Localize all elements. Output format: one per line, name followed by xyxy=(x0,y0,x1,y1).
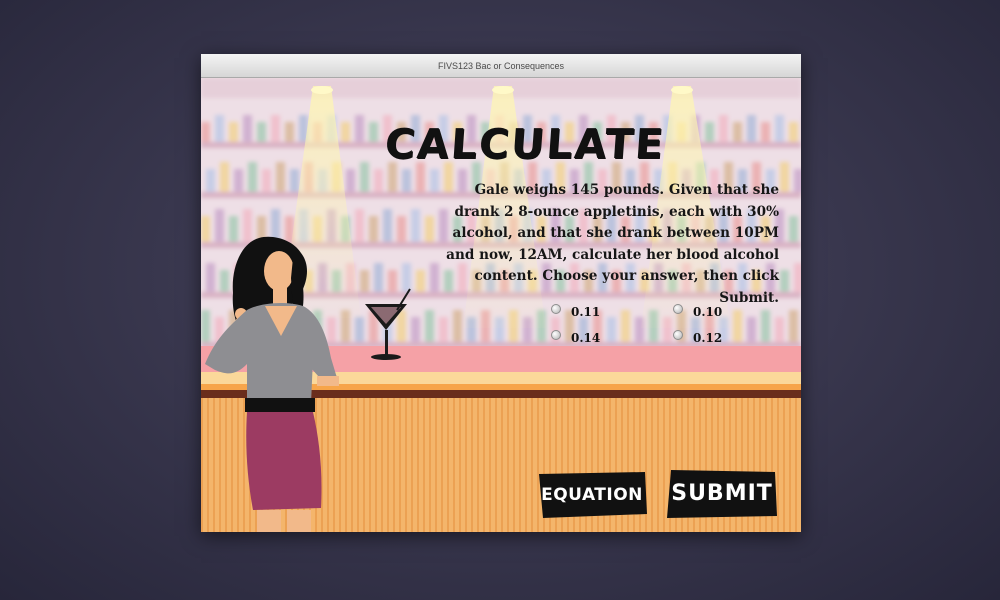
equation-button[interactable]: Equation xyxy=(535,470,649,520)
answer-option-3[interactable]: 0.14 xyxy=(551,330,600,346)
question-text: Gale weighs 145 pounds. Given that she d… xyxy=(446,182,779,306)
submit-button-label: Submit xyxy=(671,480,773,506)
page-heading: Calculate xyxy=(383,120,667,168)
answer-label: 0.12 xyxy=(693,331,723,345)
window-titlebar: FIVS123 Bac or Consequences xyxy=(201,54,801,78)
answer-label: 0.14 xyxy=(571,331,601,345)
radio-button[interactable] xyxy=(551,304,561,314)
answer-option-4[interactable]: 0.12 xyxy=(673,330,722,346)
radio-button[interactable] xyxy=(673,330,683,340)
answer-label: 0.11 xyxy=(571,305,601,319)
radio-button[interactable] xyxy=(551,330,561,340)
radio-button[interactable] xyxy=(673,304,683,314)
answer-option-2[interactable]: 0.10 xyxy=(673,304,722,320)
game-stage: Calculate Gale weighs 145 pounds. Given … xyxy=(201,78,801,532)
window-title: FIVS123 Bac or Consequences xyxy=(437,61,565,71)
answer-label: 0.10 xyxy=(693,305,723,319)
equation-button-label: Equation xyxy=(541,485,643,505)
submit-button[interactable]: Submit xyxy=(665,468,779,518)
app-window: FIVS123 Bac or Consequences CALCULATE Ga… xyxy=(201,54,801,532)
answer-option-1[interactable]: 0.11 xyxy=(551,304,600,320)
